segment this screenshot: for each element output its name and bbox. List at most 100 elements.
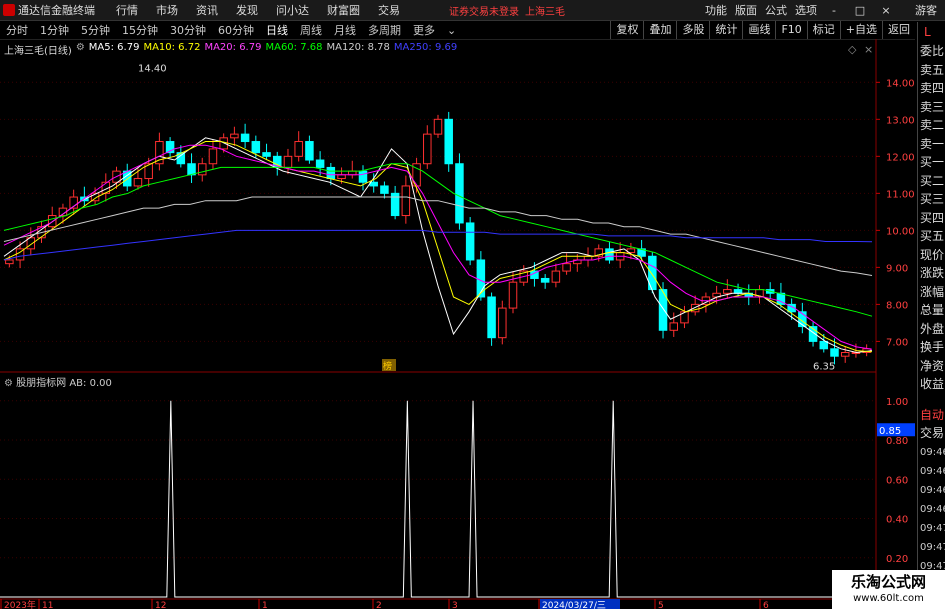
tool-back[interactable]: 返回 [882,21,915,39]
tf-daily[interactable]: 日线 [266,22,288,38]
x-tick-label: 11 [42,601,53,609]
close-icon[interactable]: × [877,4,895,17]
candle-body [315,159,325,168]
trade-label[interactable]: 交易 [918,424,945,443]
x-tick-label: 6 [763,601,769,609]
chart-canvas[interactable]: 14.406.35榜 14.0013.0012.0011.0010.009.00… [0,39,916,609]
gear-icon[interactable]: ⚙ [4,378,13,389]
menu-ask[interactable]: 问小达 [276,2,309,18]
ma250-line [3,229,873,261]
current-value-label: 0.85 [879,426,901,437]
tf-60min[interactable]: 60分钟 [218,22,254,38]
candle-body [305,141,314,161]
y-tick-label: 13.00 [886,115,915,126]
y-tick-label: 8.00 [886,300,908,311]
tool-f10[interactable]: F10 [775,21,806,39]
quote-field-13: 涨幅 [920,284,945,299]
menu-options[interactable]: 选项 [795,2,817,18]
menu-quotes[interactable]: 行情 [116,2,138,18]
tf-multi[interactable]: 多周期 [368,22,401,38]
indicator-legend: ⚙ 股朋指标网 AB: 0.00 [4,374,112,389]
tick-time-0: 09:46 [920,446,945,458]
tool-stats[interactable]: 统计 [709,21,742,39]
candle-body [733,289,743,294]
maximize-icon[interactable]: □ [851,4,869,17]
candle-body [508,281,518,309]
y-tick-label: 14.00 [886,78,915,89]
quote-field-9: 买四 [920,210,945,225]
ma10-line [3,141,873,353]
y-tick-label: 7.00 [886,337,908,348]
minimize-icon[interactable]: - [825,4,843,17]
candle-body [219,137,228,150]
candle-body [433,118,443,135]
x-tick-label: 5 [658,601,664,609]
ind-tick-label: 0.80 [886,436,908,447]
tool-multistock[interactable]: 多股 [676,21,709,39]
tf-15min[interactable]: 15分钟 [122,22,158,38]
candle-body [262,152,271,157]
tick-time-3: 09:46 [920,503,945,515]
candle-body [283,155,293,168]
menu-wealth[interactable]: 财富圈 [327,2,360,18]
candle-body [358,170,368,183]
tick-time-1: 09:46 [920,465,945,477]
candle-body [240,133,250,143]
tool-mark[interactable]: 标记 [806,21,840,39]
x-tick-label: 2023年 [4,599,36,609]
tf-weekly[interactable]: 周线 [300,22,322,38]
menu-layout[interactable]: 版面 [735,2,757,18]
stock-tag: 上海三毛 [525,6,565,18]
tf-intraday[interactable]: 分时 [6,22,28,38]
quote-field-0: 委比 [920,44,945,58]
close-pane-icon[interactable]: × [864,43,873,56]
ind-tick-label: 1.00 [886,397,908,408]
x-tick-label: 1 [262,601,268,609]
candle-body [540,277,550,283]
candle-body [401,185,411,217]
price-annotation: 14.40 [138,64,167,75]
tf-30min[interactable]: 30分钟 [170,22,206,38]
candle-body [819,340,829,350]
tool-draw[interactable]: 画线 [742,21,775,39]
menu-market[interactable]: 市场 [156,2,178,18]
candle-body [208,148,218,165]
collapse-icon[interactable]: ◇ [848,43,857,56]
app-title: 通达信金融终端 [18,4,95,17]
candle-body [551,270,561,283]
candle-body [583,255,593,261]
candle-body [487,296,496,339]
guest-label[interactable]: 游客 [915,2,937,18]
tick-time-5: 09:47 [920,541,945,553]
tool-adjust[interactable]: 复权 [610,21,643,39]
candle-body [348,170,357,176]
quote-field-4: 卖二 [920,118,945,132]
quote-field-12: 涨跌 [920,266,945,280]
price-annotation: 6.35 [813,361,835,372]
chevron-down-icon[interactable]: ⌄ [447,24,456,37]
candle-body [47,215,57,228]
tool-add-watchlist[interactable]: +自选 [839,21,882,39]
tf-5min[interactable]: 5分钟 [81,22,110,38]
auto-label[interactable]: 自动 [918,406,945,425]
y-tick-label: 9.00 [886,263,908,274]
ma5-line [3,137,873,354]
menu-news[interactable]: 资讯 [196,2,218,18]
quote-field-14: 总量 [920,303,945,317]
tick-time-4: 09:47 [920,522,945,534]
candle-body [830,348,839,357]
candle-body [326,166,336,180]
menu-function[interactable]: 功能 [705,2,727,18]
menu-formula[interactable]: 公式 [765,2,787,18]
tf-monthly[interactable]: 月线 [334,22,356,38]
tf-1min[interactable]: 1分钟 [40,22,69,38]
tf-more[interactable]: 更多 [413,22,435,38]
candle-body [337,174,346,180]
quote-field-10: 买五 [920,229,945,243]
tool-overlay[interactable]: 叠加 [643,21,676,39]
chart-toolbar: 复权 叠加 多股 统计 画线 F10 标记 +自选 返回 [610,21,915,39]
ma120-line [3,196,873,276]
menu-trade[interactable]: 交易 [378,2,400,18]
menu-discover[interactable]: 发现 [236,2,258,18]
quote-field-8: 买三 [920,192,945,206]
